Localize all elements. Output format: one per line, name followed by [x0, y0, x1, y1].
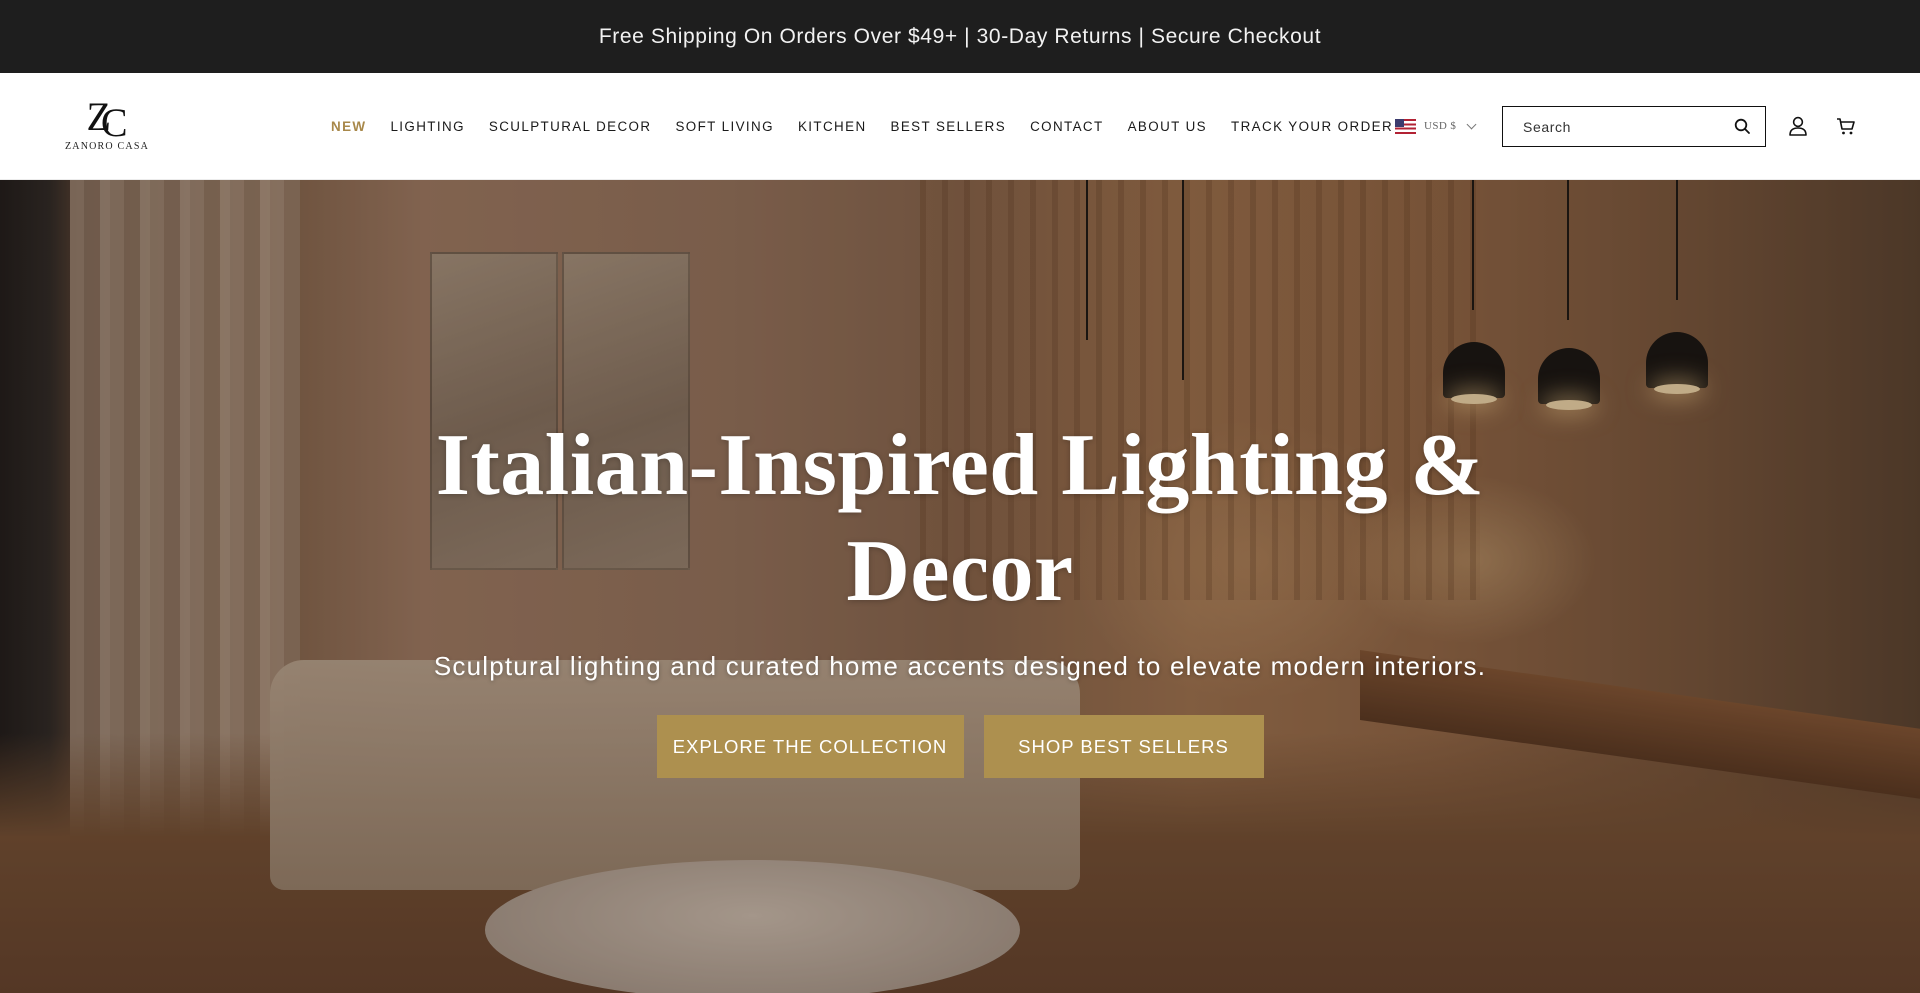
- hero-title: Italian-Inspired Lighting & Decor: [435, 417, 1485, 620]
- hero-cta-group: EXPLORE THE COLLECTION SHOP BEST SELLERS: [656, 715, 1264, 778]
- cart-icon[interactable]: [1833, 113, 1859, 139]
- logo-monogram: ZC: [86, 94, 127, 143]
- brand-logo[interactable]: ZC ZANORO CASA: [62, 97, 152, 157]
- hero-content: Italian-Inspired Lighting & Decor Sculpt…: [0, 180, 1920, 993]
- hero-subtitle: Sculptural lighting and curated home acc…: [433, 651, 1487, 681]
- search-icon[interactable]: [1734, 118, 1751, 135]
- currency-label: USD $: [1424, 120, 1457, 132]
- us-flag-icon: [1395, 118, 1416, 134]
- currency-selector[interactable]: USD $: [1395, 117, 1477, 135]
- nav-item-best-sellers[interactable]: BEST SELLERS: [891, 119, 1007, 134]
- nav-item-kitchen[interactable]: KITCHEN: [798, 119, 867, 134]
- announcement-text: Free Shipping On Orders Over $49+ | 30-D…: [598, 24, 1322, 48]
- search-input[interactable]: [1523, 118, 1734, 135]
- nav-item-about-us[interactable]: ABOUT US: [1128, 119, 1207, 134]
- nav-item-sculptural-decor[interactable]: SCULPTURAL DECOR: [489, 119, 652, 134]
- search-box: [1502, 106, 1766, 147]
- explore-collection-button[interactable]: EXPLORE THE COLLECTION: [656, 715, 964, 778]
- hero-banner: Italian-Inspired Lighting & Decor Sculpt…: [0, 180, 1920, 993]
- nav-item-lighting[interactable]: LIGHTING: [390, 119, 464, 134]
- chevron-down-icon: [1466, 119, 1477, 129]
- logo-monogram-z: Z: [86, 94, 111, 139]
- main-nav: NEW LIGHTING SCULPTURAL DECOR SOFT LIVIN…: [331, 73, 1417, 179]
- account-icon[interactable]: [1785, 113, 1811, 139]
- nav-item-new[interactable]: NEW: [331, 119, 366, 134]
- logo-monogram-c: C: [100, 100, 128, 145]
- site-header: ZC ZANORO CASA NEW LIGHTING SCULPTURAL D…: [0, 73, 1920, 180]
- shop-best-sellers-button[interactable]: SHOP BEST SELLERS: [983, 715, 1264, 778]
- nav-item-contact[interactable]: CONTACT: [1030, 119, 1104, 134]
- nav-item-soft-living[interactable]: SOFT LIVING: [675, 119, 774, 134]
- nav-item-track-your-order[interactable]: TRACK YOUR ORDER: [1231, 119, 1393, 134]
- announcement-bar: Free Shipping On Orders Over $49+ | 30-D…: [0, 0, 1920, 73]
